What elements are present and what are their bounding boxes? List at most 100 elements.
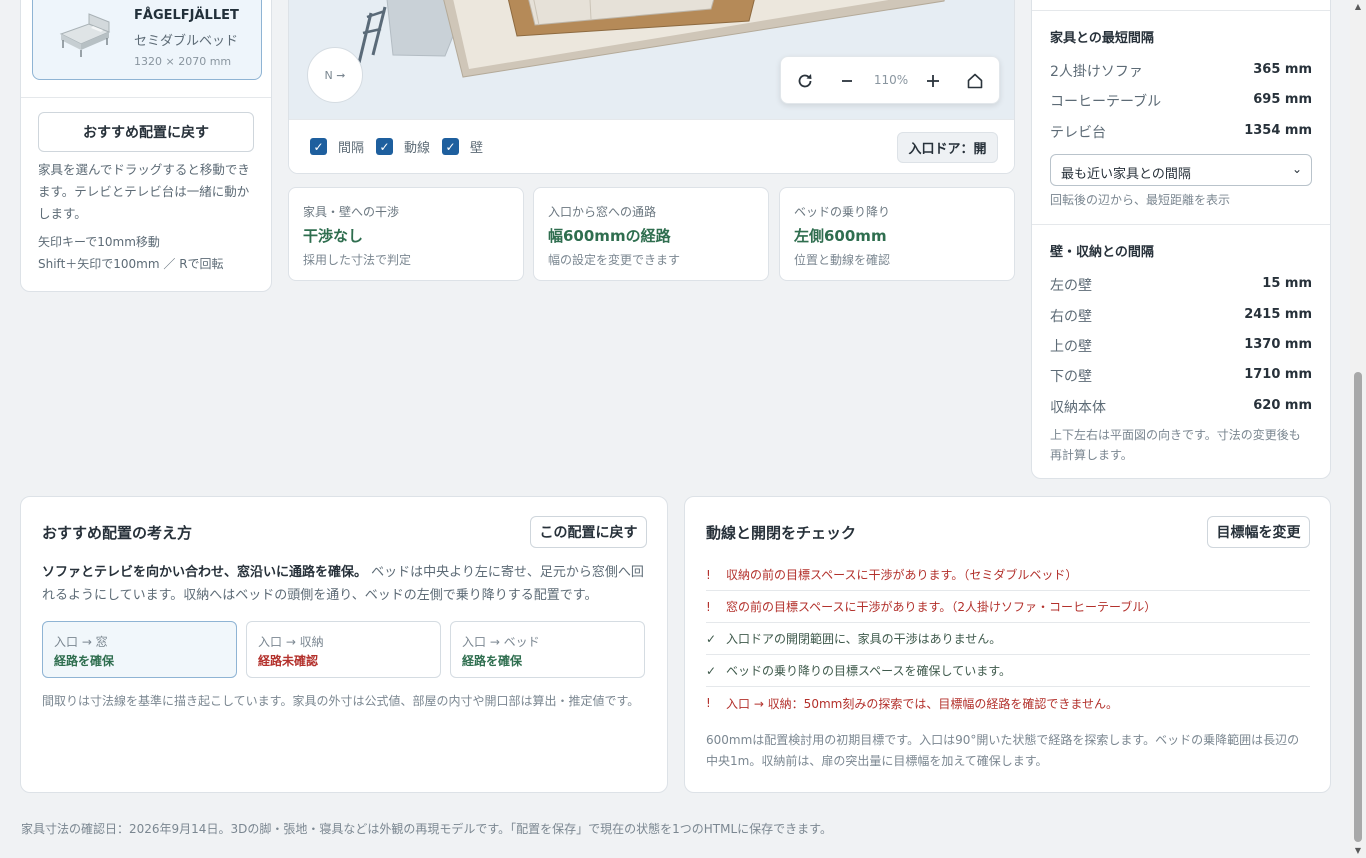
toggle-spacing-label: 間隔 xyxy=(338,141,365,156)
wall-row-label: 左の壁 xyxy=(1050,278,1092,294)
check-icon: ✓ xyxy=(706,663,717,678)
recommend-lead: ソファとテレビを向かい合わせ、窓沿いに通路を確保。 xyxy=(42,565,368,580)
recommend-card: おすすめ配置の考え方 この配置に戻す ソファとテレビを向かい合わせ、窓沿いに通路… xyxy=(20,496,668,793)
nearest-row-label: コーヒーテーブル xyxy=(1050,94,1162,110)
status-card-path: 入口から窓への通路 幅600mmの経路 幅の設定を変更できます xyxy=(533,187,769,281)
check-title: 動線と開閉をチェック xyxy=(706,524,857,542)
zoom-in-icon[interactable] xyxy=(915,63,951,99)
furniture-item-bed[interactable]: FÅGELFJÄLLET セミダブルベッド 1320 × 2070 mm xyxy=(32,0,262,80)
distance-mode-select[interactable]: 最も近い家具との間隔 ⌄ xyxy=(1050,154,1312,186)
route-label: 入口 → 収納 xyxy=(258,635,324,649)
status-card-bed-access: ベッドの乗り降り 左側600mm 位置と動線を確認 xyxy=(779,187,1015,281)
nearest-row-value: 1354 mm xyxy=(1244,123,1312,138)
route-label: 入口 → 窓 xyxy=(54,635,108,649)
wall-row: 下の壁 1710 mm xyxy=(1050,366,1312,386)
change-target-width-button[interactable]: 目標幅を変更 xyxy=(1207,516,1310,548)
drag-help-text: 家具を選んでドラッグすると移動できます。テレビとテレビ台は一緒に動かします。 xyxy=(38,162,250,221)
wall-row-value: 1370 mm xyxy=(1244,337,1312,352)
wall-row: 上の壁 1370 mm xyxy=(1050,336,1312,356)
zoom-level: 110% xyxy=(873,73,909,87)
distance-panel: 家具との最短間隔 2人掛けソファ 365 mm コーヒーテーブル 695 mm … xyxy=(1031,0,1331,479)
status-note: 位置と動線を確認 xyxy=(794,253,891,267)
status-note: 幅の設定を変更できます xyxy=(548,253,681,267)
door-toggle-button[interactable]: 入口ドア：開 xyxy=(897,132,998,163)
warning-icon: ! xyxy=(706,599,711,614)
divider xyxy=(1032,224,1330,225)
wall-row-label: 上の壁 xyxy=(1050,339,1092,355)
divider xyxy=(21,97,271,98)
wall-row: 左の壁 15 mm xyxy=(1050,275,1312,295)
nearest-row: テレビ台 1354 mm xyxy=(1050,122,1312,142)
nearest-row-label: テレビ台 xyxy=(1050,125,1106,141)
nearest-row-label: 2人掛けソファ xyxy=(1050,64,1143,80)
toggle-spacing[interactable]: ✓ 間隔 xyxy=(310,137,364,156)
walls-title: 壁・収納との間隔 xyxy=(1050,245,1154,260)
scroll-up-icon[interactable]: ▲ xyxy=(1350,0,1366,14)
checkbox-wall[interactable]: ✓ xyxy=(442,138,459,155)
flow-check-card: 動線と開閉をチェック 目標幅を変更 ! 収納の前の目標スペースに干渉があります。… xyxy=(684,496,1331,793)
route-status: 経路を確保 xyxy=(54,654,115,668)
check-icon: ✓ xyxy=(706,631,717,646)
wall-row-value: 2415 mm xyxy=(1244,307,1312,322)
route-status: 経路未確認 xyxy=(258,654,319,668)
distance-mode-value: 最も近い家具との間隔 xyxy=(1061,167,1191,182)
checkbox-flow[interactable]: ✓ xyxy=(376,138,393,155)
check-list: ! 収納の前の目標スペースに干渉があります。（セミダブルベッド） ! 窓の前の目… xyxy=(706,559,1310,719)
wall-row: 収納本体 620 mm xyxy=(1050,397,1312,417)
warning-icon: ! xyxy=(706,696,711,710)
home-icon[interactable] xyxy=(957,63,993,99)
scrollbar-thumb[interactable] xyxy=(1354,372,1362,842)
recommend-title: おすすめ配置の考え方 xyxy=(42,524,193,542)
wall-row-value: 620 mm xyxy=(1253,398,1312,413)
bed-thumbnail-icon xyxy=(59,13,111,57)
nearest-row: コーヒーテーブル 695 mm xyxy=(1050,91,1312,111)
wall-row: 右の壁 2415 mm xyxy=(1050,306,1312,326)
apply-layout-button[interactable]: この配置に戻す xyxy=(530,516,647,548)
check-text: 窓の前の目標スペースに干渉があります。（2人掛けソファ・コーヒーテーブル） xyxy=(726,600,1157,614)
nearest-row-value: 365 mm xyxy=(1253,62,1312,77)
route-label: 入口 → ベッド xyxy=(462,635,540,649)
nearest-title: 家具との最短間隔 xyxy=(1050,31,1154,46)
check-item: ! 入口 → 収納：50mm刻みの探索では、目標幅の経路を確認できません。 xyxy=(706,687,1310,719)
status-value: 左側600mm xyxy=(794,227,887,245)
check-item: ! 窓の前の目標スペースに干渉があります。（2人掛けソファ・コーヒーテーブル） xyxy=(706,591,1310,623)
status-value: 干渉なし xyxy=(303,227,364,245)
checkbox-spacing[interactable]: ✓ xyxy=(310,138,327,155)
toggle-flow-label: 動線 xyxy=(404,141,431,156)
status-label: 入口から窓への通路 xyxy=(548,205,657,219)
chevron-down-icon: ⌄ xyxy=(1291,162,1302,176)
check-text: 入口ドアの開閉範囲に、家具の干渉はありません。 xyxy=(726,632,1002,646)
route-entrance-storage[interactable]: 入口 → 収納 経路未確認 xyxy=(246,621,441,678)
route-entrance-window[interactable]: 入口 → 窓 経路を確保 xyxy=(42,621,237,678)
nearest-row-value: 695 mm xyxy=(1253,92,1312,107)
route-status: 経路を確保 xyxy=(462,654,523,668)
walls-note: 上下左右は平面図の向きです。寸法の変更後も再計算します。 xyxy=(1050,428,1301,462)
wall-row-label: 下の壁 xyxy=(1050,369,1092,385)
status-note: 採用した寸法で判定 xyxy=(303,253,412,267)
rotate-icon[interactable] xyxy=(787,63,823,99)
check-item: ! 収納の前の目標スペースに干渉があります。（セミダブルベッド） xyxy=(706,559,1310,591)
route-entrance-bed[interactable]: 入口 → ベッド 経路を確保 xyxy=(450,621,645,678)
wall-row-value: 15 mm xyxy=(1262,276,1312,291)
zoom-out-icon[interactable] xyxy=(829,63,865,99)
reset-recommended-button[interactable]: おすすめ配置に戻す xyxy=(38,112,254,152)
compass-north-icon[interactable]: N ➞ xyxy=(307,47,363,103)
nearest-row: 2人掛けソファ 365 mm xyxy=(1050,61,1312,81)
toggle-flow[interactable]: ✓ 動線 xyxy=(376,137,430,156)
status-label: 家具・壁への干渉 xyxy=(303,205,400,219)
status-value: 幅600mmの経路 xyxy=(548,227,671,245)
key-hint-shift: Shift＋矢印で100mm ／ Rで回転 xyxy=(38,257,224,271)
zoom-toolbar: 110% xyxy=(780,56,1000,104)
wall-row-label: 収納本体 xyxy=(1050,400,1106,416)
scroll-down-icon[interactable]: ▼ xyxy=(1350,844,1366,858)
toggle-wall[interactable]: ✓ 壁 xyxy=(442,137,483,156)
floor-plan-canvas[interactable]: N ➞ 110% xyxy=(289,0,1014,119)
furniture-name: FÅGELFJÄLLET xyxy=(134,8,239,23)
recommend-note: 間取りは寸法線を基準に描き起こしています。家具の外寸は公式値、部屋の内寸や開口部… xyxy=(42,694,640,708)
key-hint-arrow: 矢印キーで10mm移動 xyxy=(38,235,160,249)
floor-plan-panel: N ➞ 110% ✓ 間隔 ✓ 動線 ✓ 壁 入口ドア：開 xyxy=(288,0,1015,174)
check-item: ✓ ベッドの乗り降りの目標スペースを確保しています。 xyxy=(706,655,1310,687)
status-label: ベッドの乗り降り xyxy=(794,205,891,219)
wall-row-label: 右の壁 xyxy=(1050,309,1092,325)
footer-note: 家具寸法の確認日：2026年9月14日。3Dの脚・張地・寝具などは外観の再現モデ… xyxy=(21,822,832,836)
